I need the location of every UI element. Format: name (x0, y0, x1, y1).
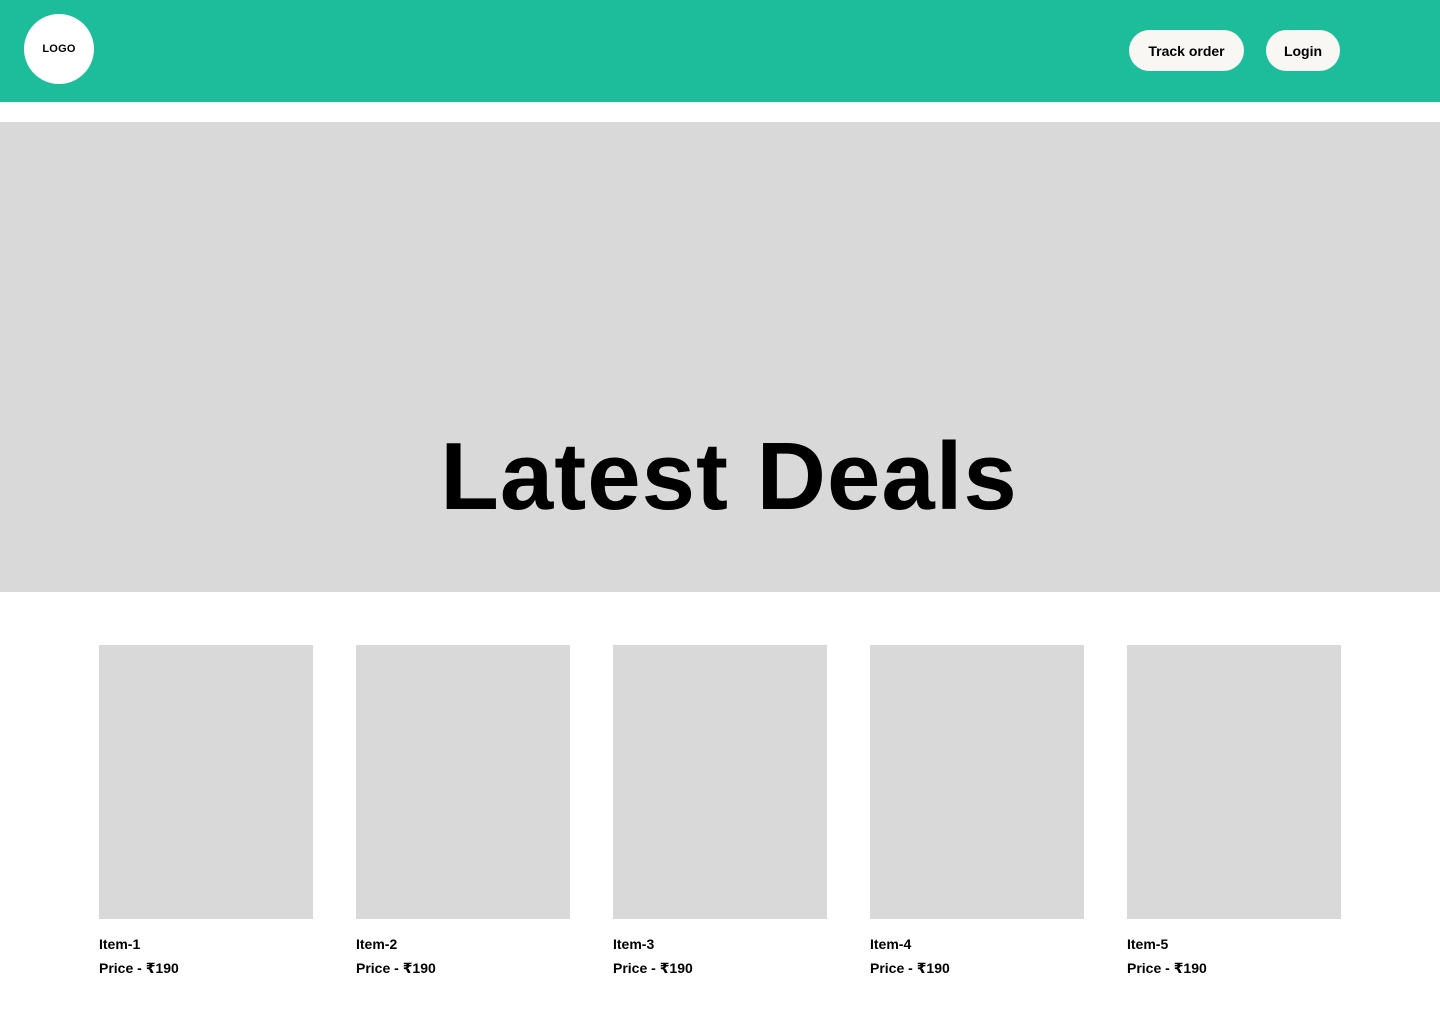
hero-banner[interactable]: Latest Deals (0, 122, 1440, 592)
product-price: Price - ₹190 (356, 960, 436, 976)
product-name[interactable]: Item-5 (1127, 936, 1168, 952)
hero-title: Latest Deals (440, 423, 1018, 530)
product-card[interactable]: Item-4 Price - ₹190 (870, 645, 1084, 976)
product-image[interactable] (613, 645, 827, 919)
product-image[interactable] (1127, 645, 1341, 919)
product-name[interactable]: Item-3 (613, 936, 654, 952)
top-header: LOGO Track order Login (0, 0, 1440, 102)
product-card[interactable]: Item-3 Price - ₹190 (613, 645, 827, 976)
product-price: Price - ₹190 (613, 960, 693, 976)
product-name[interactable]: Item-1 (99, 936, 140, 952)
product-name[interactable]: Item-2 (356, 936, 397, 952)
product-image[interactable] (99, 645, 313, 919)
product-price: Price - ₹190 (1127, 960, 1207, 976)
track-order-button[interactable]: Track order (1129, 30, 1244, 71)
product-image[interactable] (356, 645, 570, 919)
logo[interactable]: LOGO (24, 14, 94, 84)
product-card[interactable]: Item-5 Price - ₹190 (1127, 645, 1341, 976)
login-button[interactable]: Login (1266, 30, 1340, 71)
product-image[interactable] (870, 645, 1084, 919)
product-price: Price - ₹190 (99, 960, 179, 976)
product-card[interactable]: Item-2 Price - ₹190 (356, 645, 570, 976)
product-name[interactable]: Item-4 (870, 936, 911, 952)
product-card[interactable]: Item-1 Price - ₹190 (99, 645, 313, 976)
product-price: Price - ₹190 (870, 960, 950, 976)
